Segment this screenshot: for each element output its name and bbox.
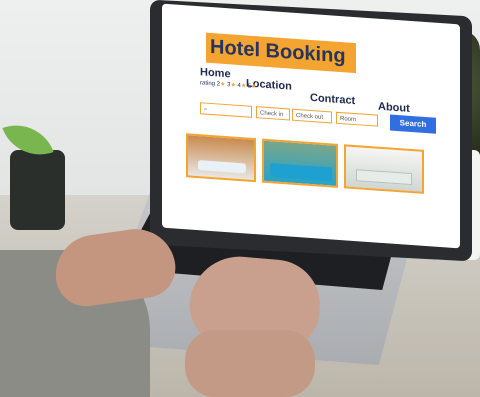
site-title: Hotel Booking xyxy=(210,35,346,68)
hotel-card-bedroom[interactable] xyxy=(186,133,256,183)
hotel-card-pool[interactable] xyxy=(262,138,338,188)
pool-image xyxy=(270,163,332,182)
bed-image xyxy=(198,160,246,174)
hotel-card-room[interactable] xyxy=(344,144,424,194)
photo-scene: Hotel Booking Home Location Contract Abo… xyxy=(0,0,480,397)
nav-contract[interactable]: Contract xyxy=(310,92,355,107)
laptop-screen: Hotel Booking Home Location Contract Abo… xyxy=(162,3,460,249)
star-icon: ★ xyxy=(230,82,236,89)
star-icon: ★ xyxy=(220,81,226,89)
star-icon: ★ xyxy=(240,83,247,90)
right-arm xyxy=(185,330,315,397)
nav-about[interactable]: About xyxy=(378,101,410,115)
site-title-box: Hotel Booking xyxy=(206,32,356,74)
checkout-field[interactable]: Check out xyxy=(292,108,332,124)
plant-pot-left xyxy=(10,150,65,230)
search-icon: ⌕ xyxy=(204,106,208,113)
room-image xyxy=(356,169,412,186)
checkin-field[interactable]: Check in xyxy=(256,106,290,121)
nav-home[interactable]: Home xyxy=(200,66,231,80)
room-field[interactable]: Room xyxy=(336,111,378,127)
rating-label: rating xyxy=(200,80,216,88)
star-icon: ★ xyxy=(251,83,257,91)
search-button[interactable]: Search xyxy=(390,114,436,134)
search-input[interactable]: ⌕ xyxy=(200,102,252,118)
